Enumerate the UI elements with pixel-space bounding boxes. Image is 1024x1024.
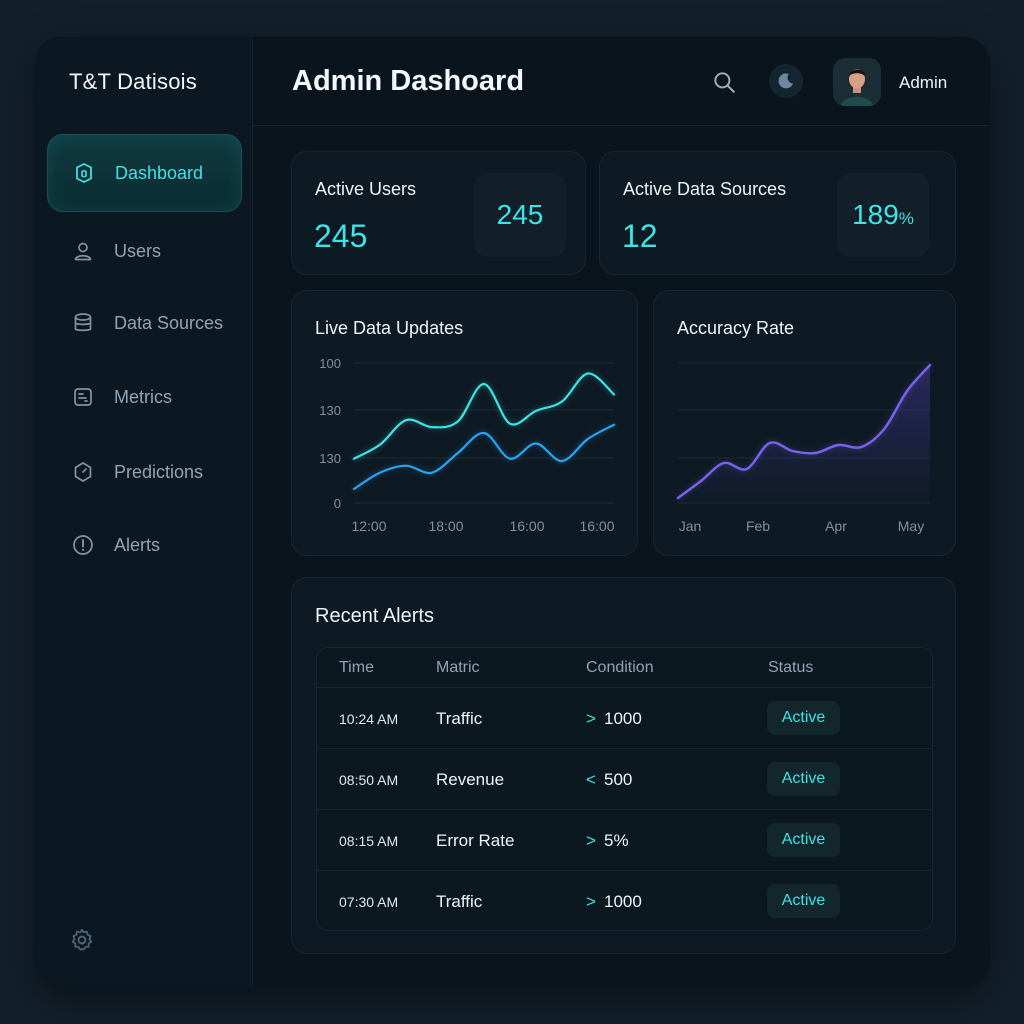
table-row[interactable]: 08:50 AM Revenue < 500 Active [317,749,932,810]
x-tick-label: Feb [746,518,770,534]
sidebar-item-dashboard[interactable]: Dashboard [47,134,242,212]
table-row[interactable]: 07:30 AM Traffic > 1000 Active [317,871,932,930]
row-time: 08:50 AM [339,772,399,788]
theme-toggle-button[interactable] [769,64,803,98]
x-tick-label: 12:00 [351,518,386,534]
status-badge: Active [767,884,840,918]
dashboard-icon [76,163,92,183]
stat-highlight-box: 189% [837,173,929,257]
metrics-icon [74,388,92,406]
brand-logo: T&T Datisois [69,69,197,94]
avatar-image [833,58,881,106]
row-threshold: 500 [604,770,633,789]
stat-title: Active Users [315,179,417,199]
stat-title: Active Data Sources [623,179,787,199]
alert-icon [73,535,93,555]
x-tick-label: 16:00 [579,518,614,534]
sidebar: T&T Datisois Dashboard Users Data Source… [35,37,253,987]
page-title: Admin Dashoard [292,65,525,97]
row-metric: Error Rate [436,831,515,850]
area-fill [678,365,930,503]
stat-box-value: 245 [496,199,544,230]
row-threshold: 1000 [604,709,642,728]
user-name[interactable]: Admin [899,73,947,93]
moon-icon [778,73,794,89]
status-badge: Active [767,762,840,796]
stat-value: 12 [622,218,658,254]
sidebar-item-label: Data Sources [114,312,224,333]
series-line-0 [352,372,616,460]
row-operator: > [586,892,596,911]
row-metric: Traffic [436,892,483,911]
section-title: Recent Alerts [315,605,434,627]
x-tick-label: 18:00 [428,518,463,534]
row-operator: < [586,770,596,789]
stat-highlight-box: 245 [474,173,566,257]
sidebar-item-label: Metrics [114,386,172,407]
table-row[interactable]: 08:15 AM Error Rate > 5% Active [317,810,932,871]
stat-value: 245 [314,218,368,254]
recent-alerts-card: Recent Alerts Time Matric Condition Stat… [291,577,956,954]
sidebar-item-alerts[interactable]: Alerts [47,506,242,584]
y-tick-label: 0 [334,496,341,511]
predictions-icon [74,462,92,482]
row-threshold: 5% [604,831,629,850]
chart-card-live-data-updates: Live Data Updates 100 130 130 0 12:00 18:00 1… [291,290,638,556]
sidebar-item-users[interactable]: Users [47,212,242,290]
row-time: 10:24 AM [339,711,399,727]
status-badge: Active [767,701,840,735]
accuracy-rate-chart: Jan Feb Apr May [676,362,932,534]
live-data-chart: 100 130 130 0 12:00 18:00 16:00 16:00 [319,356,616,534]
x-tick-label: May [898,518,924,534]
row-operator: > [586,709,596,728]
x-tick-label: Apr [825,518,847,534]
stat-card-active-data-sources: Active Data Sources 12 189% [599,151,956,275]
y-tick-label: 130 [319,403,341,418]
sidebar-item-predictions[interactable]: Predictions [47,433,242,511]
column-header-time[interactable]: Time [339,659,374,677]
search-icon[interactable] [711,69,737,95]
row-metric: Traffic [436,709,483,728]
table-header: Time Matric Condition Status [317,648,932,688]
stat-box-unit: % [898,209,914,228]
column-header-condition[interactable]: Condition [586,659,654,677]
stat-box-value: 189 [852,199,899,230]
row-threshold: 1000 [604,892,642,911]
chart-card-accuracy-rate: Accuracy Rate Jan Feb Apr May [653,290,956,556]
sidebar-item-label: Predictions [114,461,204,482]
sidebar-item-label: Dashboard [115,162,204,183]
user-icon [74,242,92,261]
y-tick-label: 130 [319,451,341,466]
series-line-1 [352,423,616,491]
alerts-table: Time Matric Condition Status 10:24 AM Tr… [316,647,933,931]
top-bar: Admin Dashoard Admin [253,37,990,126]
gear-icon[interactable] [69,927,95,953]
sidebar-item-label: Alerts [114,534,161,555]
x-tick-label: Jan [679,518,702,534]
stat-card-active-users: Active Users 245 245 [291,151,586,275]
app-window: T&T Datisois Dashboard Users Data Source… [35,37,990,987]
sidebar-item-metrics[interactable]: Metrics [47,358,242,436]
row-time: 08:15 AM [339,833,399,849]
avatar[interactable] [833,58,881,106]
y-tick-label: 100 [319,356,341,371]
column-header-status[interactable]: Status [768,659,813,677]
sidebar-item-data-sources[interactable]: Data Sources [47,284,242,362]
row-operator: > [586,831,596,850]
x-tick-label: 16:00 [509,518,544,534]
row-time: 07:30 AM [339,894,399,910]
table-row[interactable]: 10:24 AM Traffic > 1000 Active [317,688,932,749]
sidebar-item-label: Users [114,240,162,261]
column-header-metric[interactable]: Matric [436,659,480,677]
status-badge: Active [767,823,840,857]
row-metric: Revenue [436,770,505,789]
database-icon [74,313,92,332]
